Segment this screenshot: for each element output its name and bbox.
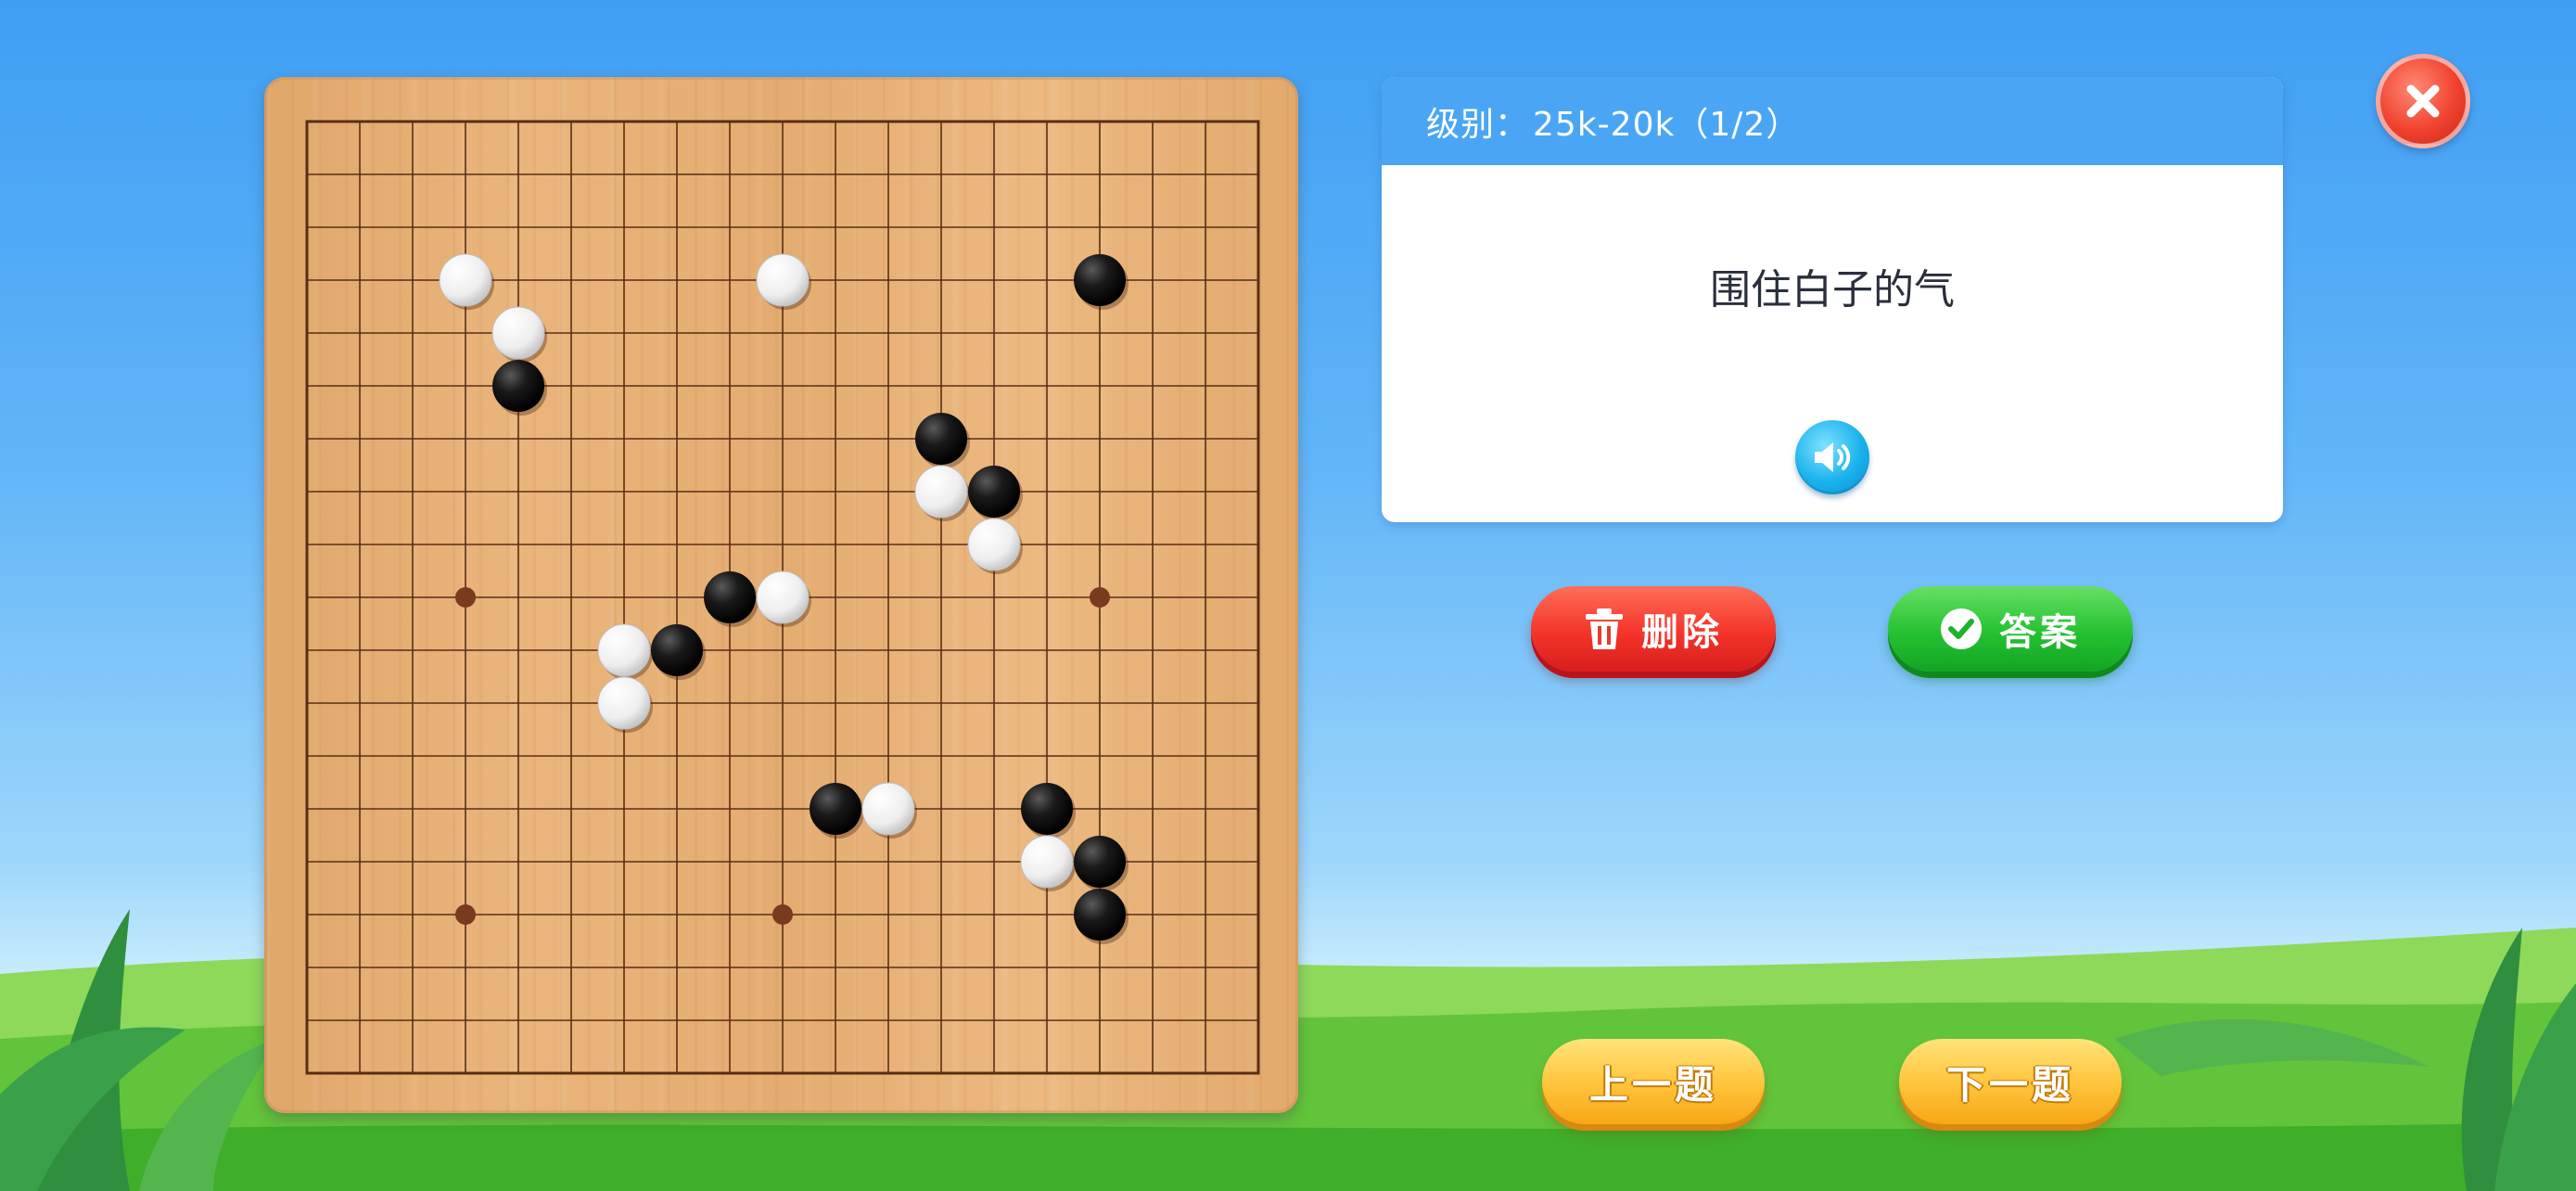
board-grid[interactable] xyxy=(264,77,1298,1113)
star-point xyxy=(455,587,476,608)
star-point xyxy=(455,904,476,925)
prev-question-button[interactable]: 上一题 xyxy=(1542,1039,1765,1124)
delete-button[interactable]: 删除 xyxy=(1531,586,1776,672)
white-stone xyxy=(439,253,492,307)
level-label: 级别： xyxy=(1426,105,1530,144)
close-icon xyxy=(2406,84,2440,118)
prev-question-label: 上一题 xyxy=(1588,1061,1717,1108)
white-stone xyxy=(1020,835,1074,889)
answer-label: 答案 xyxy=(1999,611,2081,654)
black-stone xyxy=(810,783,861,835)
black-stone xyxy=(1074,254,1126,306)
white-stone xyxy=(967,518,1021,571)
white-stone xyxy=(861,782,915,836)
white-stone xyxy=(597,676,651,730)
white-stone xyxy=(491,306,545,360)
white-stone xyxy=(756,570,810,624)
close-button[interactable] xyxy=(2376,54,2470,148)
black-stone xyxy=(704,571,756,623)
white-stone xyxy=(756,253,810,307)
black-stone xyxy=(492,360,544,412)
level-header: 级别： 25k-20k（1/2） xyxy=(1382,77,2283,165)
next-question-label: 下一题 xyxy=(1945,1061,2074,1108)
black-stone xyxy=(1074,836,1126,888)
answer-button[interactable]: 答案 xyxy=(1888,586,2133,672)
black-stone xyxy=(1021,783,1073,835)
level-value: 25k-20k（1/2） xyxy=(1533,105,1801,144)
black-stone xyxy=(651,624,703,676)
problem-card: 级别： 25k-20k（1/2） 围住白子的气 xyxy=(1382,77,2283,522)
black-stone xyxy=(968,466,1020,518)
star-point xyxy=(1090,587,1110,608)
star-point xyxy=(772,904,793,925)
delete-label: 删除 xyxy=(1641,611,1723,654)
black-stone xyxy=(915,413,967,465)
go-board[interactable] xyxy=(264,77,1298,1113)
problem-prompt: 围住白子的气 xyxy=(1710,266,1955,314)
trash-icon xyxy=(1584,607,1625,651)
white-stone xyxy=(914,465,968,519)
speaker-button[interactable] xyxy=(1795,420,1869,494)
check-circle-icon xyxy=(1940,608,1983,650)
speaker-icon xyxy=(1815,442,1851,472)
next-question-button[interactable]: 下一题 xyxy=(1899,1039,2122,1124)
white-stone xyxy=(597,623,651,677)
black-stone xyxy=(1074,889,1126,941)
